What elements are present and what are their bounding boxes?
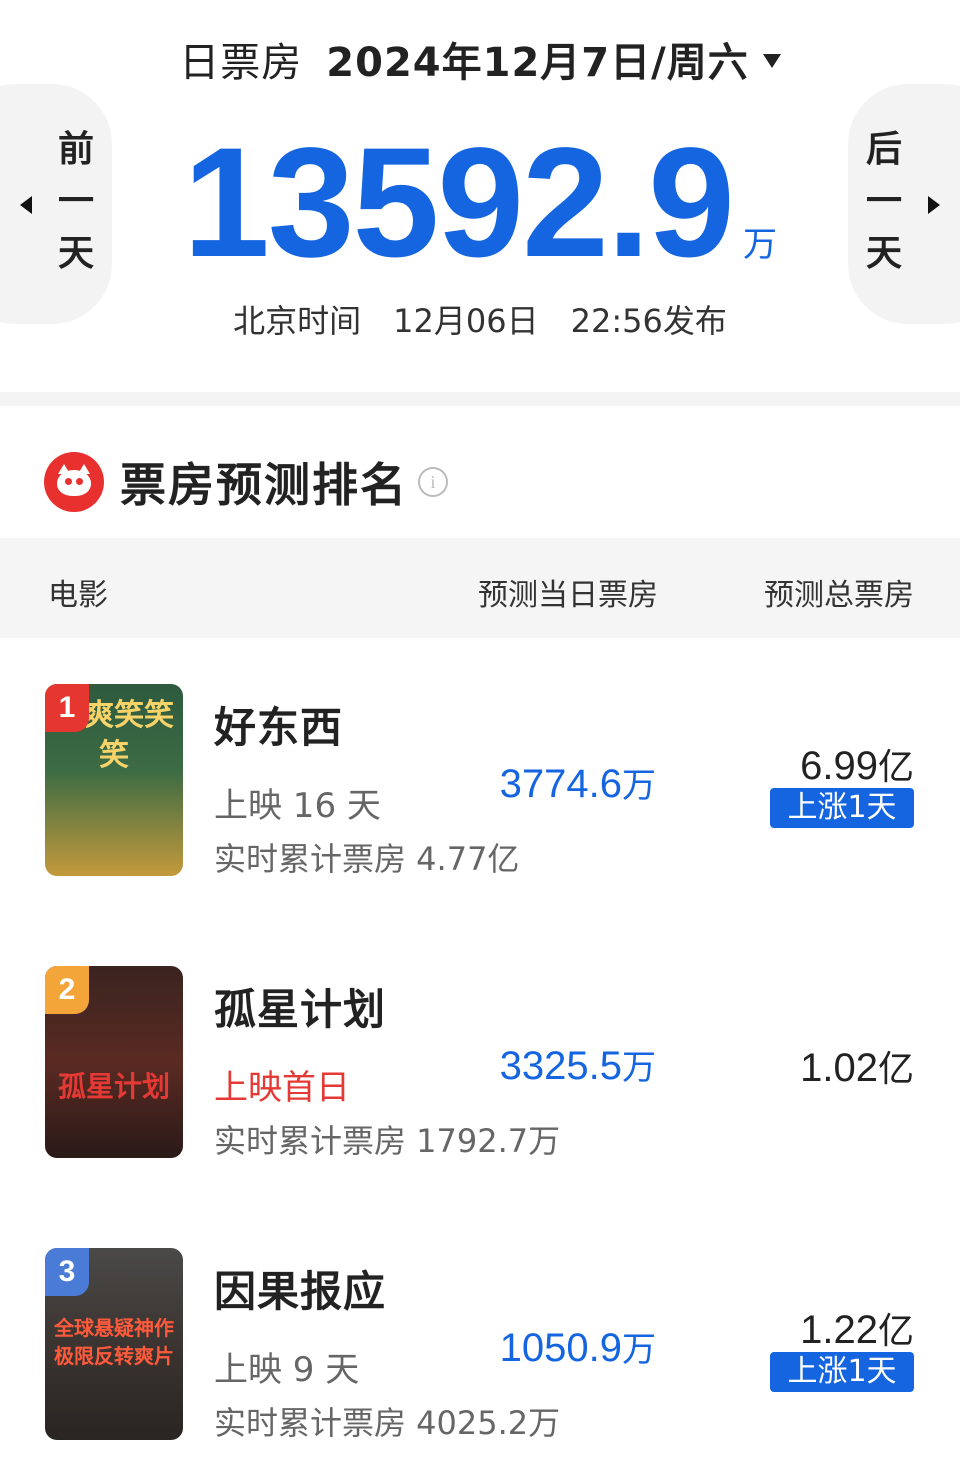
table-header: 电影 预测当日票房 预测总票房 (0, 538, 960, 638)
total-prediction-value: 6.99 (800, 744, 878, 788)
maoyan-cat-logo-icon (44, 452, 104, 512)
cumulative-box-office: 实时累计票房 4.77亿 (214, 840, 520, 878)
section-header: 票房预测排名 i (44, 450, 448, 514)
day-prediction-value: 1050.9 (499, 1326, 622, 1370)
movie-title[interactable]: 孤星计划 (214, 976, 386, 1037)
column-header-total-prediction[interactable]: 预测总票房 (764, 570, 914, 614)
day-prediction-value: 3325.5 (499, 1044, 622, 1088)
total-box-office: 13592.9 万 (0, 118, 960, 288)
dropdown-caret-icon (762, 54, 781, 68)
total-prediction: 6.99亿 (800, 738, 914, 790)
total-box-office-unit: 万 (742, 225, 777, 265)
movie-title[interactable]: 因果报应 (214, 1258, 386, 1319)
poster-title: 全球悬疑神作 极限反转爽片 (54, 1316, 174, 1368)
day-prediction: 3774.6万 (500, 758, 656, 807)
movie-row[interactable]: 爽爽笑笑笑 1 好东西 上映 16 天 实时累计票房 4.77亿 3774.6万… (0, 684, 960, 884)
date-value: 2024年12月7日/周六 (326, 40, 749, 86)
total-box-office-value: 13592.9 (183, 116, 735, 290)
movie-row[interactable]: 全球悬疑神作 极限反转爽片 3 因果报应 上映 9 天 实时累计票房 4025.… (0, 1248, 960, 1448)
section-title: 票房预测排名 (120, 458, 408, 512)
cumulative-box-office: 实时累计票房 1792.7万 (214, 1122, 561, 1160)
release-days: 上映首日 (214, 1068, 350, 1108)
day-prediction-value: 3774.6 (499, 762, 622, 806)
release-days: 上映 9 天 (214, 1350, 360, 1390)
section-divider (0, 392, 960, 406)
rank-badge: 2 (45, 966, 89, 1014)
day-prediction: 3325.5万 (500, 1040, 656, 1089)
trend-badge: 上涨1天 (770, 1352, 914, 1392)
day-prediction-unit: 万 (622, 766, 656, 806)
day-prediction: 1050.9万 (500, 1322, 656, 1371)
column-header-movie: 电影 (48, 578, 108, 613)
release-days: 上映 16 天 (214, 786, 381, 826)
movie-title[interactable]: 好东西 (214, 694, 343, 755)
total-prediction-unit: 亿 (877, 1049, 914, 1090)
poster-title: 孤星计划 (57, 1070, 170, 1103)
daily-box-office-label: 日票房 (179, 40, 303, 86)
cumulative-box-office: 实时累计票房 4025.2万 (214, 1404, 561, 1442)
trend-badge: 上涨1天 (770, 788, 914, 828)
day-prediction-unit: 万 (622, 1330, 656, 1370)
rank-badge: 3 (45, 1248, 89, 1296)
total-prediction-value: 1.02 (800, 1046, 878, 1090)
total-prediction: 1.02亿 (800, 1040, 914, 1092)
publish-time: 北京时间 12月06日 22:56发布 (233, 302, 727, 340)
rank-badge: 1 (45, 684, 89, 732)
movie-row[interactable]: 孤星计划 2 孤星计划 上映首日 实时累计票房 1792.7万 3325.5万 … (0, 966, 960, 1166)
total-prediction: 1.22亿 (800, 1302, 914, 1354)
total-prediction-value: 1.22 (800, 1308, 878, 1352)
info-icon[interactable]: i (418, 467, 448, 497)
total-prediction-unit: 亿 (877, 1311, 914, 1352)
day-prediction-unit: 万 (622, 1048, 656, 1088)
total-prediction-unit: 亿 (877, 747, 914, 788)
date-selector[interactable]: 日票房 2024年12月7日/周六 (0, 30, 960, 88)
column-header-day-prediction[interactable]: 预测当日票房 (478, 570, 658, 614)
